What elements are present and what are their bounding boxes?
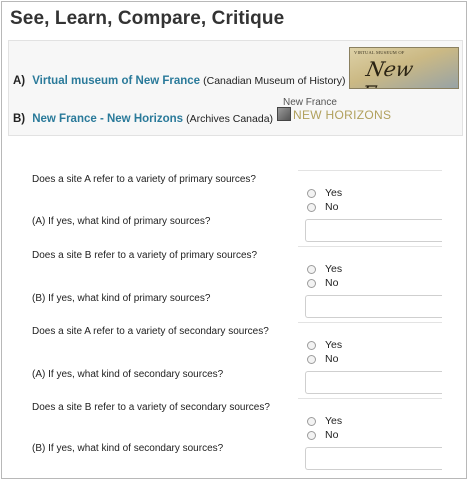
logo-nh-bottom-text: NEW HORIZONS <box>293 108 392 122</box>
followup-label: (A) If yes, what kind of primary sources… <box>32 216 211 227</box>
radio-no[interactable] <box>307 354 316 364</box>
site-b-row: B) New France - New Horizons (Archives C… <box>13 113 273 125</box>
site-b-key: B) <box>13 113 26 125</box>
followup-label: (B) If yes, what kind of primary sources… <box>32 293 211 304</box>
question-label: Does a site B refer to a variety of prim… <box>32 250 258 261</box>
radio-yes[interactable] <box>307 416 316 426</box>
followup-label: (B) If yes, what kind of secondary sourc… <box>32 443 224 454</box>
followup-input[interactable] <box>305 295 442 318</box>
radio-no[interactable] <box>307 430 316 440</box>
followup-label: (A) If yes, what kind of secondary sourc… <box>32 369 224 380</box>
radio-yes-row[interactable]: Yes <box>307 187 342 199</box>
radio-yes-row[interactable]: Yes <box>307 415 342 427</box>
divider <box>298 398 442 399</box>
site-a-key: A) <box>13 75 26 87</box>
new-france-logo: VIRTUAL MUSEUM OF New France <box>349 47 459 89</box>
followup-input[interactable] <box>305 219 442 242</box>
site-a-source: (Canadian Museum of History) <box>203 75 346 87</box>
divider <box>298 170 442 171</box>
site-b-link[interactable]: New France - New Horizons <box>32 113 183 125</box>
logo-nh-top-text: New France <box>283 97 337 108</box>
site-a-row: A) Virtual museum of New France (Canadia… <box>13 75 346 87</box>
radio-yes-row[interactable]: Yes <box>307 263 342 275</box>
radio-yes-label: Yes <box>325 263 343 275</box>
radio-no-row[interactable]: No <box>307 353 338 365</box>
logo-script-text: New France <box>359 57 435 88</box>
site-b-source: (Archives Canada) <box>186 113 274 125</box>
radio-yes[interactable] <box>307 264 316 274</box>
radio-no-label: No <box>325 201 339 213</box>
radio-yes-label: Yes <box>325 339 343 351</box>
divider <box>298 246 442 247</box>
divider <box>298 322 442 323</box>
radio-no-label: No <box>325 353 339 365</box>
radio-no-label: No <box>325 429 339 441</box>
new-horizons-logo: New France NEW HORIZONS <box>277 97 395 125</box>
logo-small-text: VIRTUAL MUSEUM OF <box>354 50 405 55</box>
question-label: Does a site B refer to a variety of seco… <box>32 402 270 413</box>
page-frame: See, Learn, Compare, Critique VIRTUAL MU… <box>1 1 467 479</box>
radio-no-label: No <box>325 277 339 289</box>
followup-input[interactable] <box>305 447 442 470</box>
radio-yes-label: Yes <box>325 415 343 427</box>
radio-no[interactable] <box>307 278 316 288</box>
question-label: Does a site A refer to a variety of prim… <box>32 174 256 185</box>
radio-no-row[interactable]: No <box>307 277 338 289</box>
radio-yes-row[interactable]: Yes <box>307 339 342 351</box>
radio-yes[interactable] <box>307 188 316 198</box>
question-label: Does a site A refer to a variety of seco… <box>32 326 269 337</box>
radio-no-row[interactable]: No <box>307 201 338 213</box>
archive-badge-icon <box>277 107 291 121</box>
radio-no[interactable] <box>307 202 316 212</box>
radio-yes-label: Yes <box>325 187 343 199</box>
page-title: See, Learn, Compare, Critique <box>10 8 285 29</box>
followup-input[interactable] <box>305 371 442 394</box>
radio-no-row[interactable]: No <box>307 429 338 441</box>
sites-panel: VIRTUAL MUSEUM OF New France A) Virtual … <box>8 40 463 136</box>
site-a-link[interactable]: Virtual museum of New France <box>32 75 200 87</box>
radio-yes[interactable] <box>307 340 316 350</box>
